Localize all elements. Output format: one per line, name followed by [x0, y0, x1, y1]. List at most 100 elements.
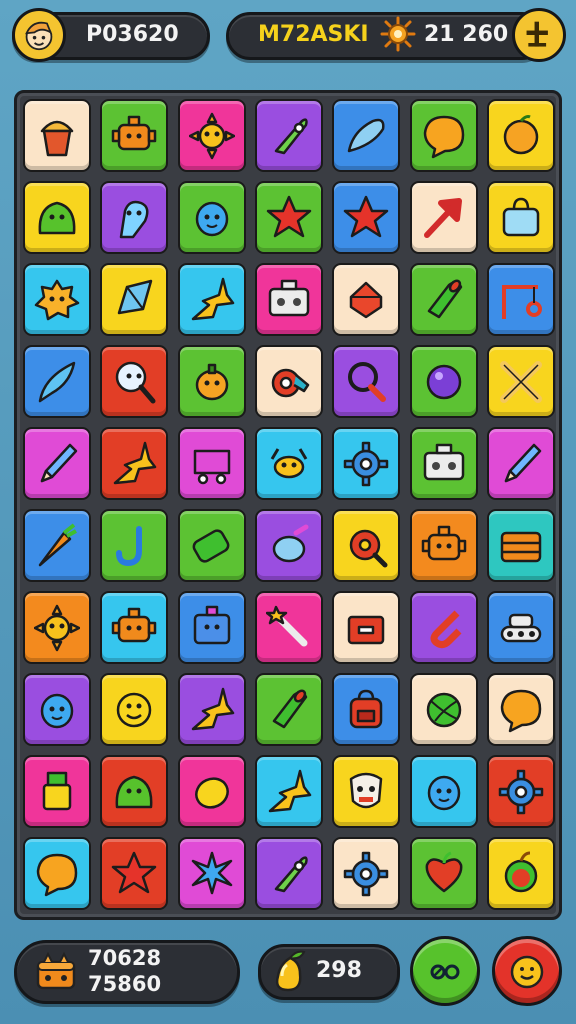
grid-tile[interactable] — [177, 99, 246, 172]
grid-tile[interactable] — [409, 427, 478, 500]
grid-tile[interactable] — [409, 99, 478, 172]
grid-tile[interactable] — [409, 755, 478, 828]
grid-tile[interactable] — [486, 837, 555, 910]
grid-tile[interactable] — [100, 591, 169, 664]
pencil-icon — [40, 443, 78, 483]
grid-tile[interactable] — [177, 181, 246, 254]
grid-tile[interactable] — [254, 755, 323, 828]
grid-tile[interactable] — [332, 673, 401, 746]
grid-tile[interactable] — [23, 263, 91, 336]
grid-tile[interactable] — [486, 345, 555, 418]
smiley-icon — [117, 692, 152, 728]
grid-tile[interactable] — [409, 509, 478, 582]
grid-tile[interactable] — [254, 99, 323, 172]
grid-tile[interactable] — [332, 755, 401, 828]
grid-tile[interactable] — [100, 755, 169, 828]
grid-tile[interactable] — [100, 345, 169, 418]
sun-icon — [188, 112, 235, 160]
grid-tile[interactable] — [100, 509, 169, 582]
grid-tile[interactable] — [332, 345, 401, 418]
grid-tile[interactable] — [177, 755, 246, 828]
grid-tile[interactable] — [254, 345, 323, 418]
grid-tile[interactable] — [23, 755, 91, 828]
grid-tile[interactable] — [23, 591, 91, 664]
grid-tile[interactable] — [409, 345, 478, 418]
grid-tile[interactable] — [23, 837, 91, 910]
grid-tile[interactable] — [23, 509, 91, 582]
grid-tile[interactable] — [332, 837, 401, 910]
cart-icon — [193, 449, 230, 485]
robot-icon — [112, 607, 157, 643]
grid-tile[interactable] — [177, 837, 246, 910]
crossed-bones-icon — [499, 361, 542, 403]
grid-tile[interactable] — [332, 263, 401, 336]
game-board — [14, 90, 562, 920]
grid-tile[interactable] — [332, 99, 401, 172]
magnifier-creature-icon — [116, 361, 156, 404]
grid-tile[interactable] — [486, 591, 555, 664]
grid-tile[interactable] — [177, 509, 246, 582]
grid-tile[interactable] — [409, 673, 478, 746]
grid-tile[interactable] — [254, 181, 323, 254]
grid-tile[interactable] — [254, 591, 323, 664]
star-icon — [343, 195, 389, 238]
grid-tile[interactable] — [23, 673, 91, 746]
grid-tile[interactable] — [100, 427, 169, 500]
grid-tile[interactable] — [332, 427, 401, 500]
comet-icon — [191, 277, 234, 321]
add-button[interactable] — [512, 8, 566, 62]
green-action-button[interactable] — [410, 936, 480, 1006]
grid-tile[interactable] — [254, 837, 323, 910]
feather-icon — [38, 361, 76, 403]
player-avatar-icon[interactable] — [12, 8, 66, 62]
grid-tile[interactable] — [100, 181, 169, 254]
swing-icon — [501, 285, 542, 319]
whistle-icon — [271, 368, 310, 398]
grid-tile[interactable] — [23, 427, 91, 500]
grid-tile[interactable] — [100, 263, 169, 336]
grid-tile[interactable] — [254, 509, 323, 582]
grid-tile[interactable] — [254, 263, 323, 336]
grid-tile[interactable] — [409, 591, 478, 664]
grid-tile[interactable] — [409, 837, 478, 910]
grid-tile[interactable] — [23, 345, 91, 418]
fruit-count: 298 — [316, 958, 362, 983]
grid-tile[interactable] — [332, 509, 401, 582]
grid-tile[interactable] — [177, 427, 246, 500]
grid-tile[interactable] — [409, 263, 478, 336]
grid-tile[interactable] — [254, 427, 323, 500]
grid-tile[interactable] — [177, 345, 246, 418]
comet-icon — [191, 687, 234, 731]
grid-tile[interactable] — [409, 181, 478, 254]
mirror-icon — [348, 362, 387, 402]
grid-tile[interactable] — [177, 263, 246, 336]
cannon-icon — [427, 279, 462, 319]
grid-tile[interactable] — [332, 181, 401, 254]
grid-tile[interactable] — [177, 673, 246, 746]
radio-icon — [268, 279, 310, 317]
grid-tile[interactable] — [100, 99, 169, 172]
grid-tile[interactable] — [177, 591, 246, 664]
pear-fruit-icon — [268, 948, 312, 996]
grid-tile[interactable] — [100, 673, 169, 746]
grid-tile[interactable] — [486, 673, 555, 746]
grid-tile[interactable] — [332, 591, 401, 664]
crystal-icon — [118, 279, 153, 315]
gem-icon — [349, 281, 383, 319]
grid-tile[interactable] — [486, 99, 555, 172]
grid-tile[interactable] — [254, 673, 323, 746]
grid-tile[interactable] — [486, 181, 555, 254]
player-name: P03620 — [86, 22, 179, 47]
gear-icon — [498, 769, 544, 815]
grid-tile[interactable] — [100, 837, 169, 910]
chest-icon — [500, 531, 542, 563]
gear-icon — [343, 441, 389, 487]
grid-tile[interactable] — [486, 263, 555, 336]
grid-tile[interactable] — [23, 99, 91, 172]
sun-icon — [34, 604, 80, 652]
grid-tile[interactable] — [486, 427, 555, 500]
grid-tile[interactable] — [23, 181, 91, 254]
red-action-button[interactable] — [492, 936, 562, 1006]
grid-tile[interactable] — [486, 509, 555, 582]
grid-tile[interactable] — [486, 755, 555, 828]
